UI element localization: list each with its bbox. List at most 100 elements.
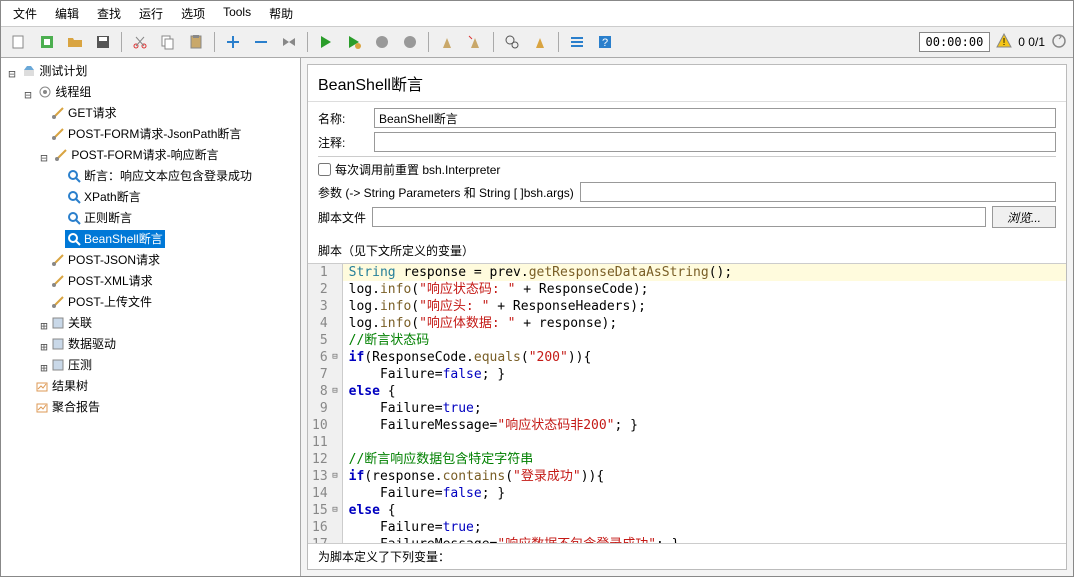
menu-help[interactable]: 帮助 bbox=[261, 3, 301, 24]
copy-button[interactable] bbox=[156, 30, 180, 54]
tree-expander[interactable]: ⊟ bbox=[23, 86, 33, 104]
script-file-input[interactable] bbox=[372, 207, 986, 227]
sampler-icon bbox=[51, 106, 65, 120]
function-button[interactable] bbox=[565, 30, 589, 54]
tree-post-json[interactable]: POST-JSON请求 bbox=[49, 251, 162, 269]
tree-get-request[interactable]: GET请求 bbox=[49, 104, 119, 122]
tree-label: 断言：响应文本应包含登录成功 bbox=[84, 167, 252, 185]
tree-expander[interactable]: ⊞ bbox=[39, 359, 49, 377]
tree-label: POST-上传文件 bbox=[68, 293, 152, 311]
tree-label: POST-FORM请求-响应断言 bbox=[71, 146, 218, 164]
toolbar: ? 00:00:00 ! 0 0/1 bbox=[1, 27, 1073, 58]
tree-post-upload[interactable]: POST-上传文件 bbox=[49, 293, 154, 311]
sampler-icon bbox=[51, 295, 65, 309]
tree-expander[interactable]: ⊟ bbox=[7, 65, 17, 83]
paste-button[interactable] bbox=[184, 30, 208, 54]
open-button[interactable] bbox=[63, 30, 87, 54]
search-button[interactable] bbox=[500, 30, 524, 54]
separator bbox=[214, 32, 215, 52]
separator bbox=[307, 32, 308, 52]
thread-counter: 0 0/1 bbox=[1018, 35, 1045, 49]
separator bbox=[428, 32, 429, 52]
assertion-icon bbox=[67, 169, 81, 183]
tree-thread-group[interactable]: 线程组 bbox=[36, 83, 93, 101]
expand-button[interactable] bbox=[221, 30, 245, 54]
reset-search-button[interactable] bbox=[528, 30, 552, 54]
separator bbox=[493, 32, 494, 52]
params-label: 参数 (-> String Parameters 和 String [ ]bsh… bbox=[318, 184, 574, 201]
tree-assert-response[interactable]: 断言：响应文本应包含登录成功 bbox=[65, 167, 254, 185]
sampler-icon bbox=[51, 274, 65, 288]
menu-edit[interactable]: 编辑 bbox=[47, 3, 87, 24]
toggle-button[interactable] bbox=[277, 30, 301, 54]
tree-label: 正则断言 bbox=[84, 209, 132, 227]
name-input[interactable] bbox=[374, 108, 1056, 128]
tree-regex-assert[interactable]: 正则断言 bbox=[65, 209, 134, 227]
tree-compress[interactable]: 压测 bbox=[49, 356, 94, 374]
tree-aggregate[interactable]: 聚合报告 bbox=[33, 398, 102, 416]
controller-icon bbox=[51, 316, 65, 330]
separator bbox=[558, 32, 559, 52]
timer-display: 00:00:00 bbox=[919, 32, 991, 52]
tree-label: 测试计划 bbox=[39, 62, 87, 80]
menu-options[interactable]: 选项 bbox=[173, 3, 213, 24]
tree-expander[interactable]: ⊞ bbox=[39, 317, 49, 335]
tree-label: 聚合报告 bbox=[52, 398, 100, 416]
testplan-icon bbox=[22, 64, 36, 78]
tree-label: XPath断言 bbox=[84, 188, 141, 206]
tree-label: 结果树 bbox=[52, 377, 88, 395]
test-plan-tree[interactable]: ⊟ 测试计划 ⊟ 线程组 bbox=[1, 58, 301, 576]
warning-icon: ! bbox=[996, 33, 1012, 52]
reload-icon[interactable] bbox=[1051, 33, 1067, 52]
sampler-icon bbox=[54, 148, 68, 162]
menu-file[interactable]: 文件 bbox=[5, 3, 45, 24]
tree-expander[interactable]: ⊞ bbox=[39, 338, 49, 356]
tree-label: 压测 bbox=[68, 356, 92, 374]
sampler-icon bbox=[51, 127, 65, 141]
help-button[interactable]: ? bbox=[593, 30, 617, 54]
cut-button[interactable] bbox=[128, 30, 152, 54]
sampler-icon bbox=[51, 253, 65, 267]
templates-button[interactable] bbox=[35, 30, 59, 54]
comment-input[interactable] bbox=[374, 132, 1056, 152]
save-button[interactable] bbox=[91, 30, 115, 54]
listener-icon bbox=[35, 379, 49, 393]
run-notimer-button[interactable] bbox=[342, 30, 366, 54]
tree-post-form-json[interactable]: POST-FORM请求-JsonPath断言 bbox=[49, 125, 243, 143]
separator bbox=[121, 32, 122, 52]
tree-label: BeanShell断言 bbox=[84, 230, 163, 248]
tree-test-plan[interactable]: 测试计划 bbox=[20, 62, 89, 80]
tree-expander[interactable]: ⊟ bbox=[39, 149, 49, 167]
tree-post-xml[interactable]: POST-XML请求 bbox=[49, 272, 155, 290]
stop-button[interactable] bbox=[370, 30, 394, 54]
script-editor[interactable]: 1 2 3 4 5 6⊟7 8⊟9 10 11 12 13⊟14 15⊟16 1… bbox=[308, 263, 1066, 543]
controller-icon bbox=[51, 337, 65, 351]
run-button[interactable] bbox=[314, 30, 338, 54]
menu-tools[interactable]: Tools bbox=[215, 3, 259, 24]
collapse-button[interactable] bbox=[249, 30, 273, 54]
assertion-icon bbox=[67, 190, 81, 204]
menu-run[interactable]: 运行 bbox=[131, 3, 171, 24]
assertion-icon bbox=[67, 211, 81, 225]
tree-data-driven[interactable]: 数据驱动 bbox=[49, 335, 118, 353]
script-file-label: 脚本文件 bbox=[318, 209, 366, 226]
comment-label: 注释: bbox=[318, 134, 368, 151]
tree-beanshell-assert[interactable]: BeanShell断言 bbox=[65, 230, 165, 248]
tree-post-form-resp[interactable]: POST-FORM请求-响应断言 bbox=[52, 146, 220, 164]
shutdown-button[interactable] bbox=[398, 30, 422, 54]
reset-checkbox[interactable] bbox=[318, 163, 331, 176]
clear-button[interactable] bbox=[435, 30, 459, 54]
new-button[interactable] bbox=[7, 30, 31, 54]
menu-search[interactable]: 查找 bbox=[89, 3, 129, 24]
tree-label: POST-XML请求 bbox=[68, 272, 153, 290]
tree-label: 线程组 bbox=[55, 83, 91, 101]
params-input[interactable] bbox=[580, 182, 1056, 202]
tree-result-tree[interactable]: 结果树 bbox=[33, 377, 90, 395]
tree-label: GET请求 bbox=[68, 104, 117, 122]
tree-xpath-assert[interactable]: XPath断言 bbox=[65, 188, 143, 206]
threadgroup-icon bbox=[38, 85, 52, 99]
clear-all-button[interactable] bbox=[463, 30, 487, 54]
tree-label: 数据驱动 bbox=[68, 335, 116, 353]
browse-button[interactable]: 浏览... bbox=[992, 206, 1056, 228]
tree-relation[interactable]: 关联 bbox=[49, 314, 94, 332]
